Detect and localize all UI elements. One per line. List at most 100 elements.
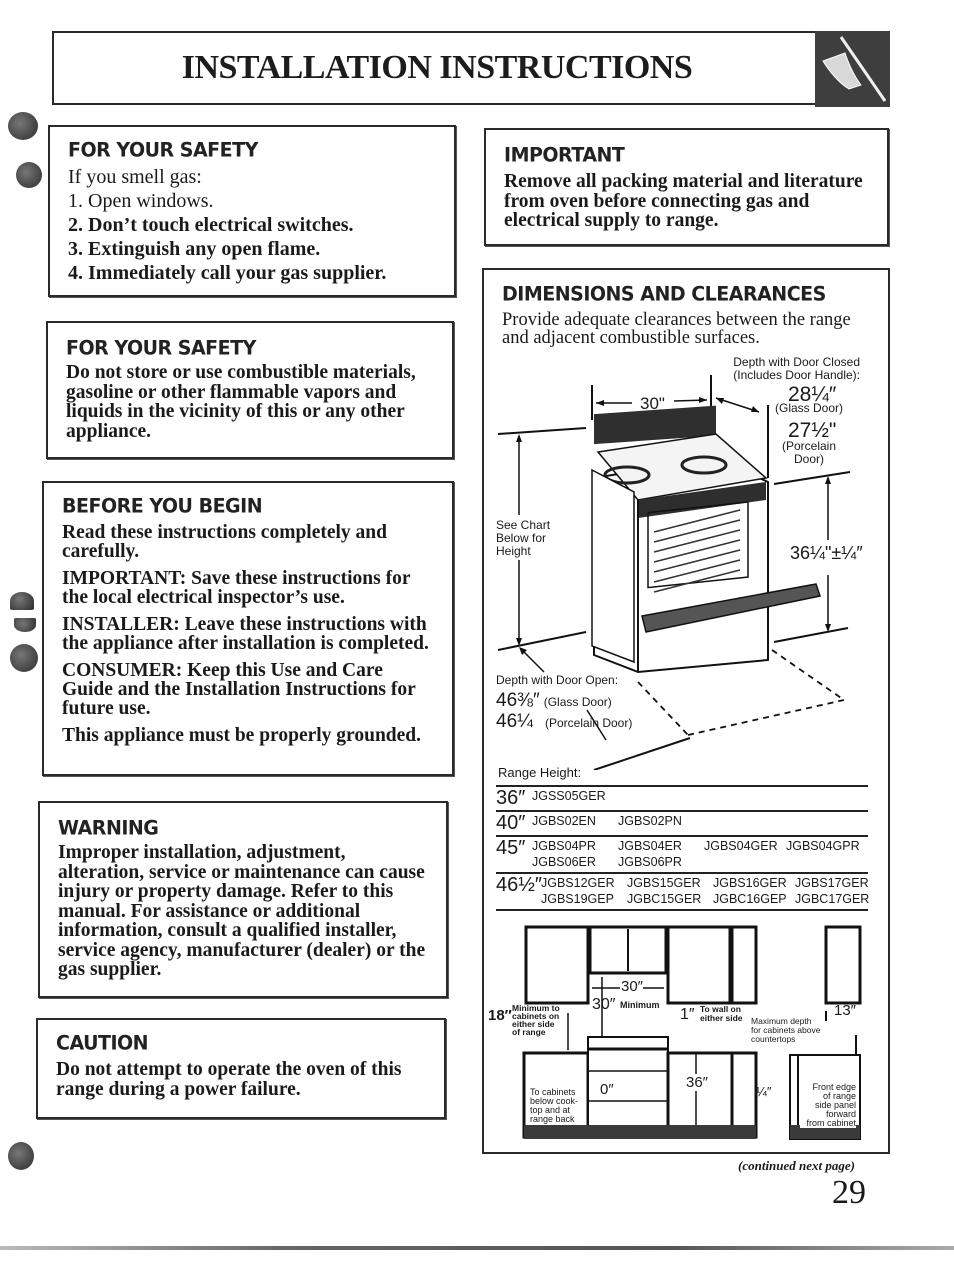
- cooktop-width-value: 30″: [621, 978, 643, 995]
- list-item: 3. Extinguish any open flame.: [68, 238, 321, 260]
- table-row: 36″ JGSS05GER: [496, 785, 868, 810]
- model-number: JGBS04ER: [618, 839, 682, 853]
- model-number: JGBS06PR: [618, 855, 682, 869]
- model-number: JGBS15GER: [627, 876, 701, 890]
- before-you-begin-box: BEFORE YOU BEGIN Read these instructions…: [42, 481, 454, 776]
- depth-glass-label: (Glass Door): [775, 401, 844, 415]
- caution-title: CAUTION: [56, 1031, 149, 1055]
- row-height: 40″: [496, 812, 526, 834]
- list-item: 1. Open windows.: [68, 190, 214, 212]
- depth-closed-label: Depth with Door Closed (Includes Door Ha…: [728, 356, 860, 382]
- warning-box: WARNING Improper installation, adjustmen…: [38, 801, 448, 998]
- table-row: 46½″ JGBS12GER JGBS15GER JGBS16GER JGBS1…: [496, 872, 869, 911]
- margin-bullet: [14, 618, 36, 632]
- before-paragraph: IMPORTANT: Save these instructions for t…: [62, 568, 411, 608]
- dimensions-title: DIMENSIONS AND CLEARANCES: [502, 282, 826, 306]
- model-number: JGBS12GER: [541, 876, 615, 890]
- back-clearance-line: range back: [530, 1114, 575, 1124]
- height-value: 36¼"±¼″: [790, 543, 863, 563]
- safety-gas-box: FOR YOUR SAFETY If you smell gas: 1. Ope…: [48, 125, 456, 297]
- before-paragraph: CONSUMER: Keep this Use and Care Guide a…: [62, 660, 416, 719]
- safety-combustible-box: FOR YOUR SAFETY Do not store or use comb…: [46, 321, 454, 459]
- before-paragraph: INSTALLER: Leave these instructions with…: [62, 614, 429, 654]
- model-number: JGBC15GER: [627, 892, 702, 906]
- margin-bullet: [10, 644, 38, 672]
- row-height: 45″: [496, 837, 526, 859]
- depth-porcelain-label: (Porcelain Door): [782, 440, 836, 466]
- dimensions-intro: Provide adequate clearances between the …: [502, 310, 851, 348]
- counter-height-value: 36″: [686, 1074, 708, 1091]
- row-models: JGBS04PR JGBS04ER JGBS04GER JGBS04GPR JG…: [532, 838, 868, 870]
- model-number: JGBC16GEP: [713, 892, 787, 906]
- depth-open-glass-label: (Glass Door): [543, 695, 612, 709]
- depth-open-porcelain-label: (Porcelain Door): [544, 716, 633, 730]
- safety-combustible-text: Do not store or use combustible material…: [66, 362, 416, 442]
- model-number: JGBS16GER: [713, 876, 787, 890]
- front-offset-value: ¼″: [756, 1084, 772, 1099]
- width-value: 30": [640, 394, 665, 413]
- back-clearance-value: 0″: [600, 1081, 614, 1098]
- caution-text: Do not attempt to operate the oven of th…: [56, 1059, 402, 1100]
- wall-clearance-value: 1″: [680, 1006, 695, 1023]
- row-models: JGBS12GER JGBS15GER JGBS16GER JGBS17GER …: [541, 875, 877, 907]
- safety-gas-list: 1. Open windows. 2. Don’t touch electric…: [68, 189, 436, 285]
- max-depth-line: countertops: [751, 1034, 796, 1044]
- depth-open-glass-value: 46⅜″: [496, 690, 540, 711]
- side-clearance-value: 18″: [488, 1007, 512, 1024]
- model-number: JGBC17GER: [795, 892, 870, 906]
- before-paragraph: This appliance must be properly grounded…: [62, 725, 422, 746]
- see-chart-label: See Chart Below for Height: [496, 519, 551, 558]
- page-title: INSTALLATION INSTRUCTIONS: [181, 49, 693, 86]
- depth-open-label: Depth with Door Open:: [496, 673, 619, 687]
- see-chart-line: Height: [496, 544, 531, 558]
- top-clearance-label: Minimum: [620, 1000, 660, 1010]
- model-number: JGBS04PR: [532, 839, 596, 853]
- row-models: JGSS05GER: [532, 788, 868, 808]
- model-number: JGBS06ER: [532, 855, 596, 869]
- wall-clearance-line: either side: [700, 1013, 743, 1023]
- continued-note: (continued next page): [738, 1158, 855, 1173]
- row-height: 46½″: [496, 874, 543, 896]
- depth-open-glass: 46⅜″ (Glass Door): [496, 690, 612, 712]
- max-depth-label: Maximum depth for cabinets above counter…: [751, 1017, 820, 1044]
- model-number: JGBS04GER: [704, 839, 778, 853]
- list-item: 4. Immediately call your gas supplier.: [68, 262, 387, 284]
- bottom-rule: [0, 1246, 954, 1250]
- table-row: 40″ JGBS02EN JGBS02PN: [496, 810, 868, 835]
- warning-title: WARNING: [58, 816, 159, 840]
- list-item: 2. Don’t touch electrical switches.: [68, 214, 354, 236]
- depth-open-porcelain-value: 46¼: [496, 711, 533, 732]
- safety-combustible-title: FOR YOUR SAFETY: [66, 336, 256, 360]
- range-height-label: Range Height:: [498, 765, 582, 780]
- row-models: JGBS02EN JGBS02PN: [532, 813, 868, 833]
- range-height-table: 36″ JGSS05GER 40″ JGBS02EN JGBS02PN 45″ …: [496, 785, 869, 911]
- depth-closed-label-line: (Includes Door Handle):: [733, 368, 860, 382]
- model-number: JGBS02PN: [618, 814, 682, 828]
- caution-box: CAUTION Do not attempt to operate the ov…: [36, 1018, 446, 1119]
- top-clearance-value: 30″: [592, 996, 616, 1013]
- front-offset-line: from cabinet: [806, 1118, 856, 1128]
- before-you-begin-title: BEFORE YOU BEGIN: [62, 494, 263, 518]
- important-title: IMPORTANT: [504, 143, 625, 167]
- side-clearance-label: Minimum to cabinets on either side of ra…: [512, 1004, 560, 1037]
- safety-gas-title: FOR YOUR SAFETY: [68, 138, 258, 162]
- model-number: JGBS19GEP: [541, 892, 614, 906]
- depth-porcelain-label-line: Door): [794, 452, 825, 466]
- model-number: JGBS17GER: [795, 876, 869, 890]
- margin-bullet: [10, 592, 34, 610]
- max-depth-value: 13″: [834, 1002, 856, 1019]
- side-clearance-line: of range: [512, 1027, 546, 1037]
- row-height: 36″: [496, 787, 526, 809]
- model-number: JGBS02EN: [532, 814, 596, 828]
- table-row: 45″ JGBS04PR JGBS04ER JGBS04GER JGBS04GP…: [496, 835, 868, 872]
- margin-bullet: [8, 1142, 34, 1170]
- safety-gas-intro: If you smell gas:: [68, 166, 202, 188]
- important-text: Remove all packing material and literatu…: [504, 171, 863, 231]
- before-paragraph: Read these instructions completely and c…: [62, 522, 387, 562]
- important-box: IMPORTANT Remove all packing material an…: [484, 128, 889, 246]
- model-number: JGSS05GER: [532, 789, 606, 803]
- wall-clearance-label: To wall on either side: [700, 1005, 743, 1023]
- depth-open-porcelain: 46¼ (Porcelain Door): [496, 711, 632, 733]
- margin-bullet: [16, 162, 42, 188]
- page-number: 29: [832, 1174, 866, 1211]
